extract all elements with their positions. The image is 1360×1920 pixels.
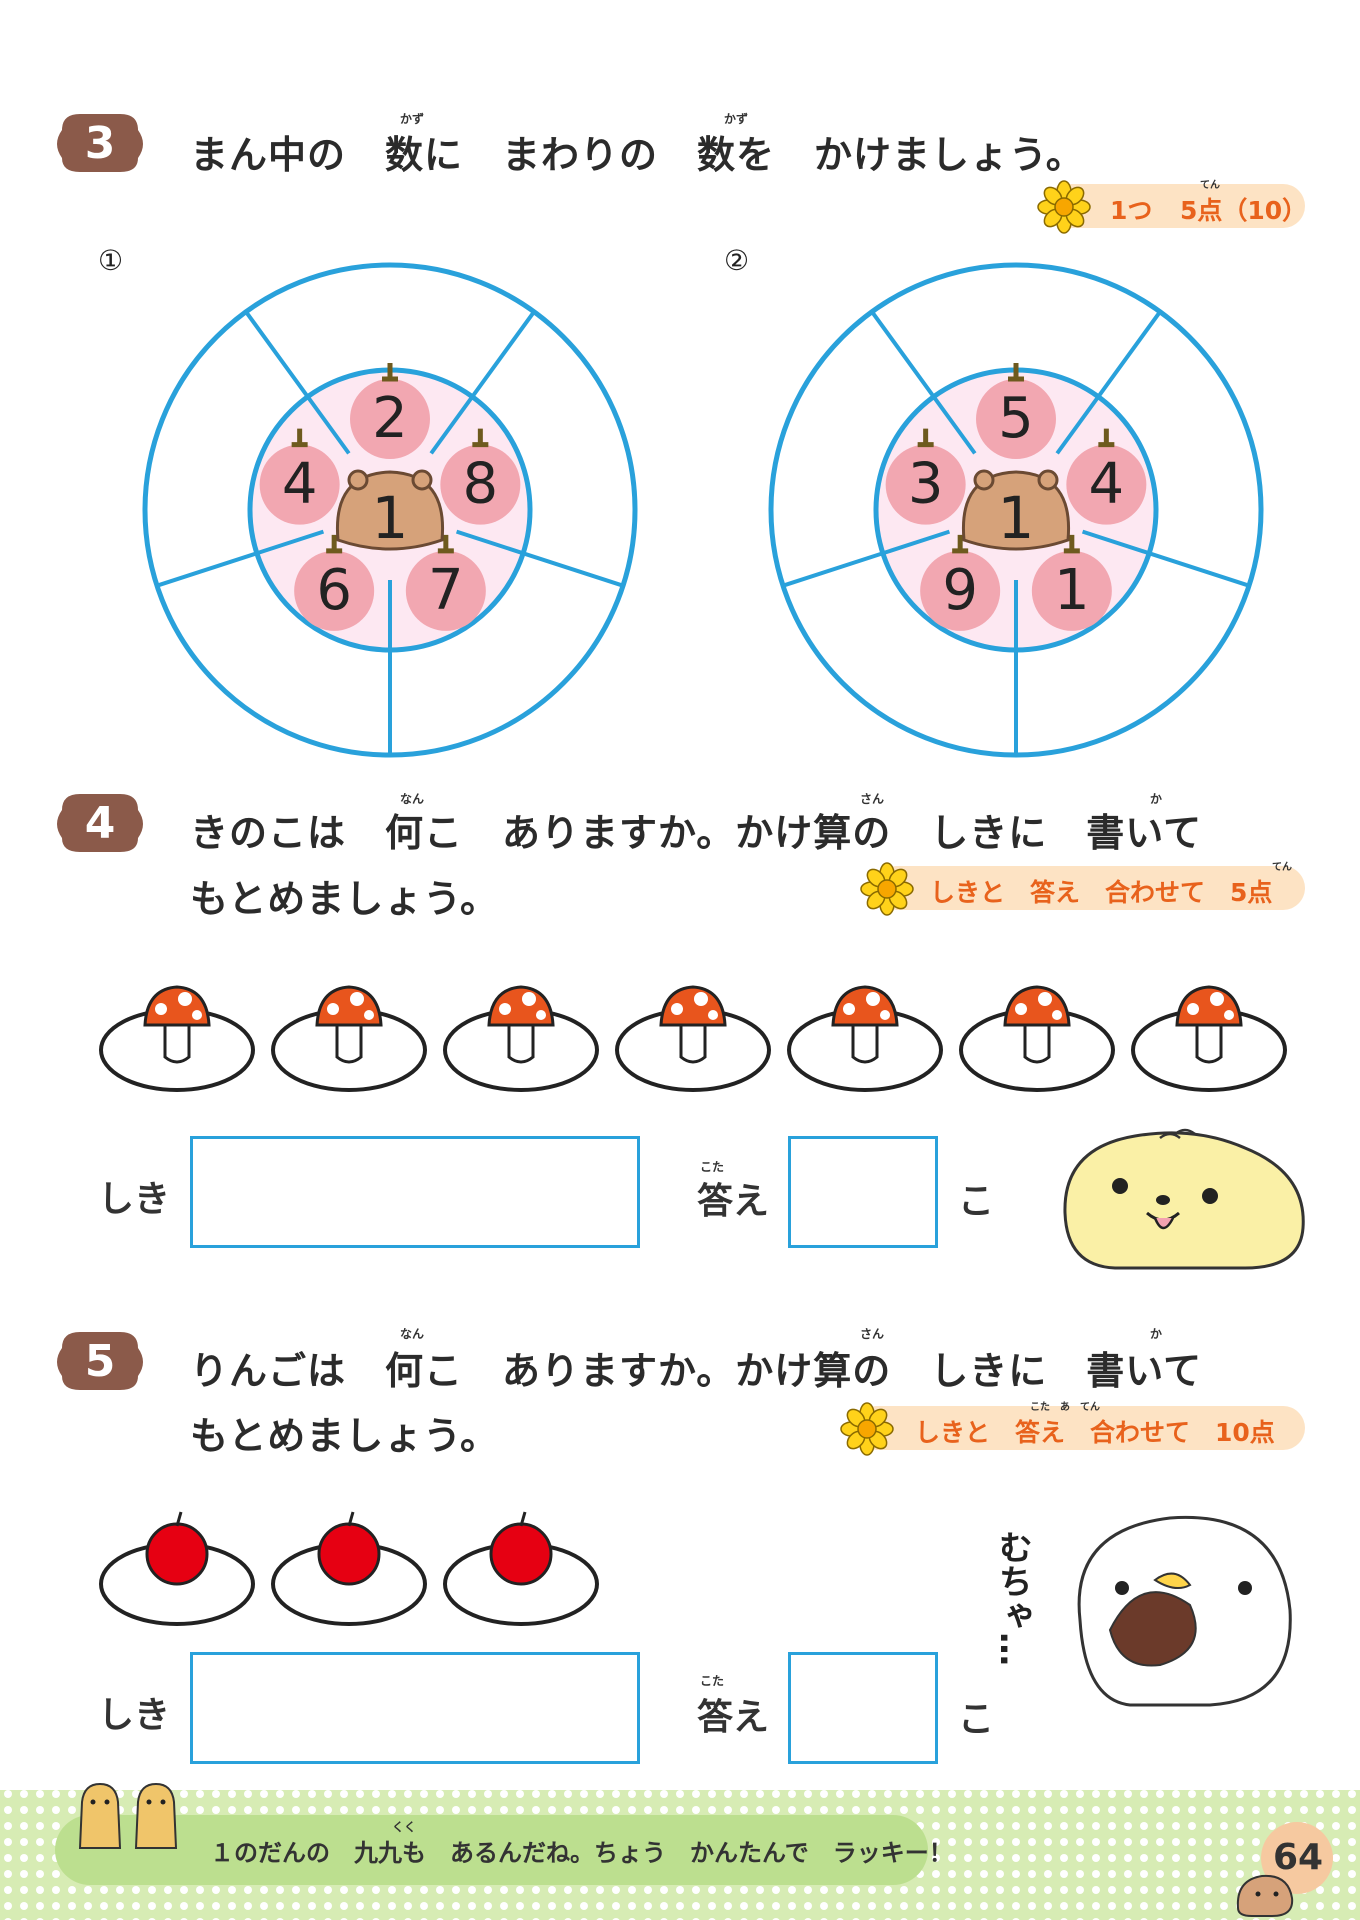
center-number: 1 (961, 469, 1071, 552)
svg-text:1: 1 (998, 484, 1035, 552)
question-4-line1: きのこは 何こ ありますか。かけ算の しきに 書いて (190, 811, 1203, 855)
q5-shiki-label: しき (98, 1695, 171, 1736)
question-5-line1: りんごは 何こ ありますか。かけ算の しきに 書いて (190, 1349, 1203, 1393)
mushroom-plate (787, 985, 943, 1092)
svg-text:6: 6 (316, 558, 352, 623)
seal-character (1077, 1515, 1292, 1707)
q4-points-ruby: てん (1272, 862, 1292, 873)
q4-shiki-label: しき (98, 1179, 171, 1220)
center-number: 1 (335, 469, 445, 552)
svg-text:1: 1 (372, 484, 409, 552)
question-5-badge: 5 (52, 1328, 148, 1394)
mushroom-plate (615, 985, 771, 1092)
q4-shiki-input[interactable] (190, 1136, 640, 1248)
mushroom-plate (959, 985, 1115, 1092)
svg-text:4: 4 (282, 452, 318, 517)
flower-icon (860, 862, 914, 916)
mushroom-plate (443, 985, 599, 1092)
svg-text:3: 3 (908, 452, 944, 517)
svg-text:7: 7 (428, 558, 464, 623)
q5-shiki-input[interactable] (190, 1652, 640, 1764)
q5-unit: こ (958, 1699, 995, 1740)
apple-plate (443, 1511, 599, 1626)
q3-points-ruby: てん (1200, 180, 1220, 191)
svg-text:8: 8 (463, 452, 499, 517)
question-4-badge: 4 (52, 790, 148, 856)
mushroom-plate (1131, 985, 1287, 1092)
multiplication-wheel-1: 28 7 6 4 1 (142, 262, 638, 758)
q4-points-pill: しきと 答え 合わせて 5点 (875, 866, 1305, 910)
wheel-2-label: ② (724, 244, 750, 277)
svg-text:2: 2 (372, 386, 408, 451)
q4-unit: こ (958, 1181, 995, 1222)
svg-text:4: 4 (1089, 452, 1125, 517)
q5-kotae-ruby: こた (700, 1674, 725, 1688)
apple-plates (99, 1511, 599, 1626)
question-3-badge: 3 (52, 110, 148, 176)
svg-text:1: 1 (1054, 558, 1090, 623)
question-3-text: まん中の 数に まわりの 数を かけましょう。 (190, 133, 1085, 177)
page-number: 64 (1273, 1837, 1324, 1878)
prairie-dog-characters (78, 1782, 178, 1849)
multiplication-wheel-2: 54193 1 (768, 262, 1264, 758)
footer-text: １のだんの 九九も あるんだね。ちょう かんたんで ラッキー！ (210, 1839, 953, 1867)
speech-text: むちゃ… (992, 1530, 1032, 1666)
apple-plate (271, 1511, 427, 1626)
q4-kotae-input[interactable] (788, 1136, 938, 1248)
q5-kotae-label: 答え (697, 1697, 770, 1738)
flower-icon (840, 1402, 894, 1456)
q5-points-ruby: こた あ てん (1030, 1402, 1100, 1413)
question-4-line2: もとめましょう。 (190, 877, 499, 921)
mushroom-plate (271, 985, 427, 1092)
question-5-line2: もとめましょう。 (190, 1414, 499, 1458)
svg-text:5: 5 (998, 386, 1034, 451)
apple-plate (99, 1511, 255, 1626)
q4-kotae-label: 答え (697, 1181, 770, 1222)
mushroom-plates (99, 985, 1287, 1092)
capybara-character (1063, 1128, 1305, 1270)
wheel-1-label: ① (98, 244, 124, 277)
mushroom-plate (99, 985, 255, 1092)
flower-icon (1037, 180, 1091, 234)
svg-text:9: 9 (942, 558, 978, 623)
q5-kotae-input[interactable] (788, 1652, 938, 1764)
